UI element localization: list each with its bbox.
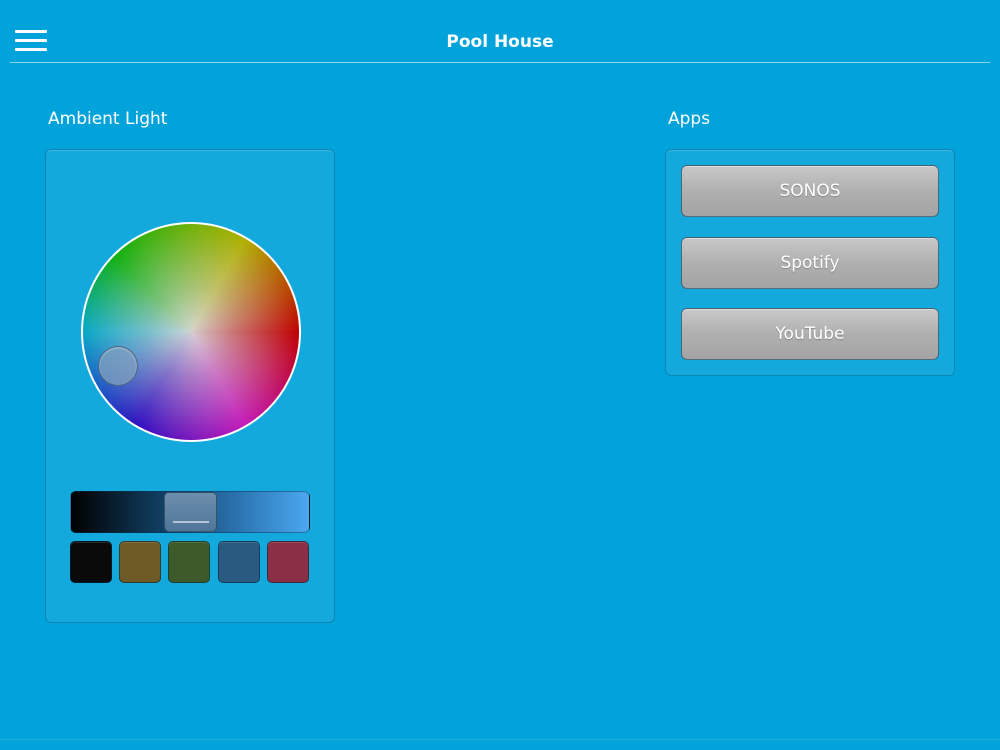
header-bar: Pool House	[10, 0, 990, 63]
bottom-divider	[0, 739, 1000, 740]
color-wheel-handle[interactable]	[98, 346, 138, 386]
color-swatches	[70, 541, 310, 583]
ambient-light-panel	[45, 149, 335, 623]
color-swatch-red[interactable]	[267, 541, 309, 583]
brightness-slider-thumb[interactable]	[164, 492, 217, 532]
color-wheel[interactable]	[81, 222, 301, 442]
slider-grip-icon	[173, 521, 209, 523]
color-swatch-blue[interactable]	[218, 541, 260, 583]
brightness-slider[interactable]	[70, 491, 310, 533]
youtube-button[interactable]: YouTube	[681, 308, 939, 360]
color-swatch-green[interactable]	[168, 541, 210, 583]
sonos-button[interactable]: SONOS	[681, 165, 939, 217]
page-title: Pool House	[446, 32, 554, 52]
apps-panel: SONOS Spotify YouTube	[665, 149, 955, 376]
spotify-button[interactable]: Spotify	[681, 237, 939, 289]
color-swatch-black[interactable]	[70, 541, 112, 583]
color-swatch-olive[interactable]	[119, 541, 161, 583]
apps-label: Apps	[668, 109, 711, 129]
ambient-light-label: Ambient Light	[48, 109, 168, 129]
